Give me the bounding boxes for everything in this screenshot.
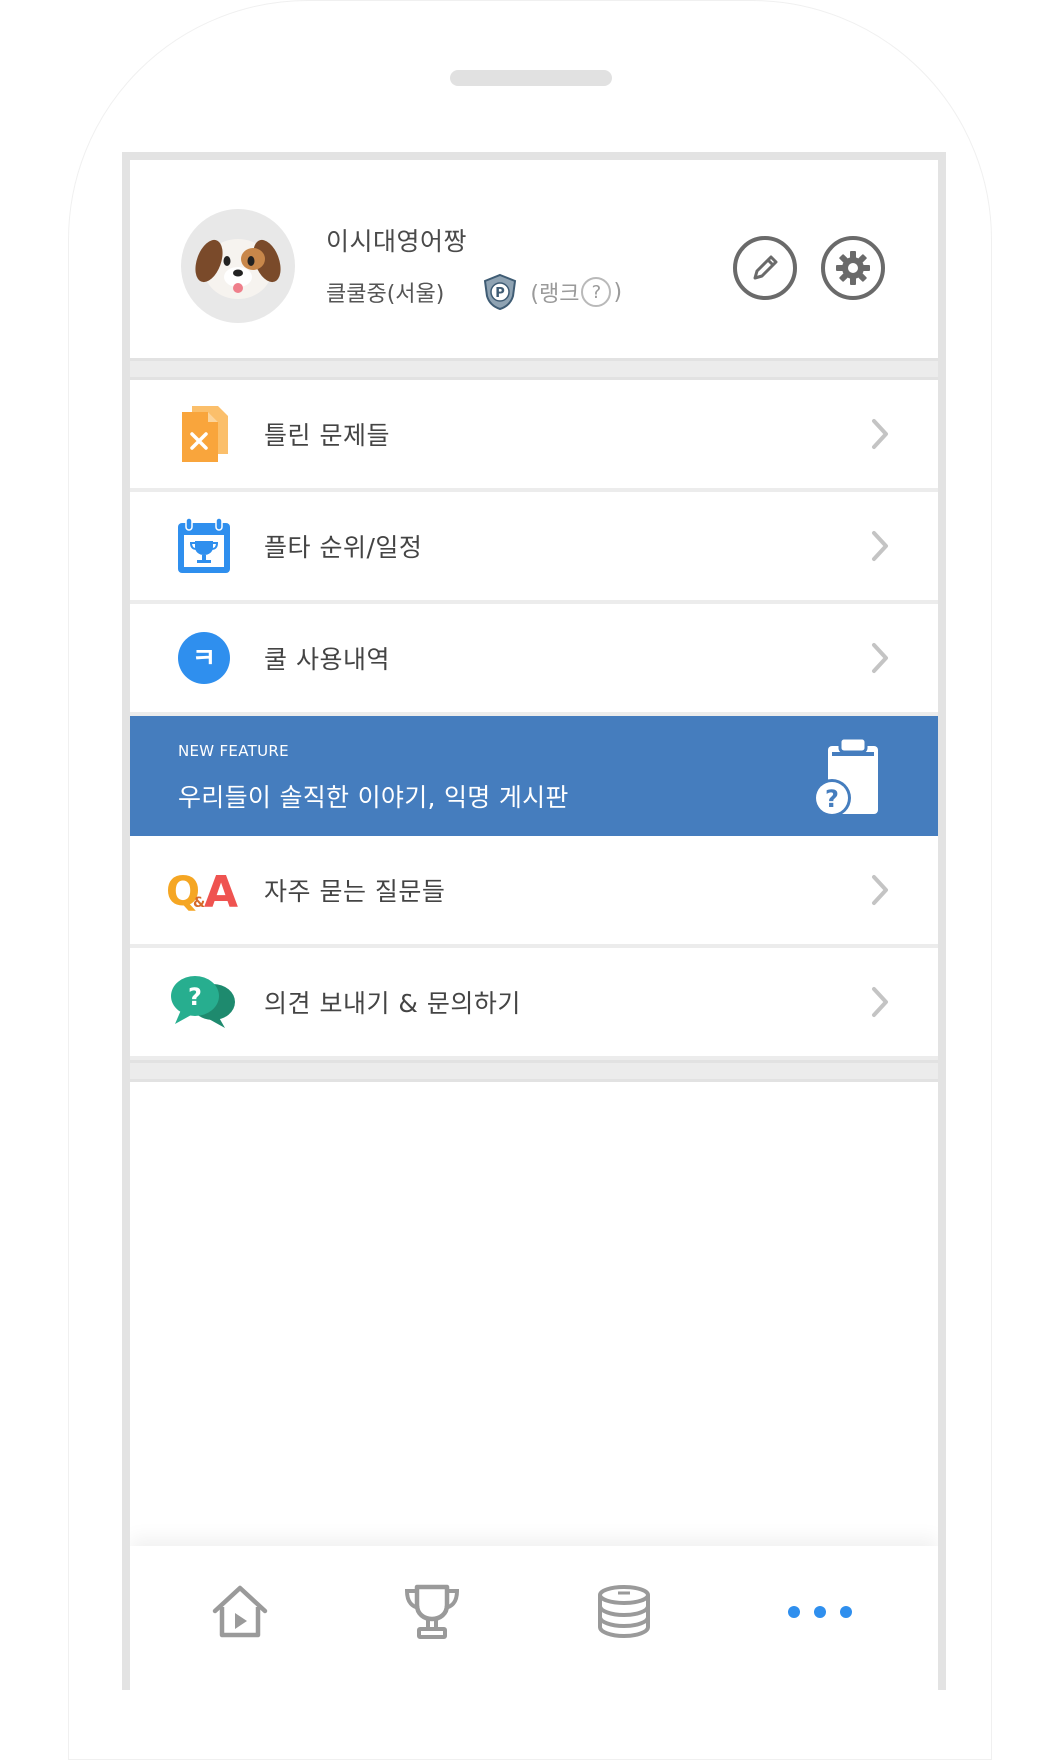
menu-item-kool-history[interactable]: ㅋ 쿨 사용내역 — [130, 604, 938, 716]
kool-coin-icon: ㅋ — [176, 628, 232, 688]
chevron-right-icon — [872, 419, 888, 449]
menu-label: 플타 순위/일정 — [264, 533, 423, 562]
phone-speaker — [450, 70, 612, 86]
avatar[interactable] — [181, 209, 295, 323]
settings-button[interactable] — [821, 236, 885, 300]
profile-header: 이시대영어짱 클쿨중(서울) P (랭크 ? ) — [130, 160, 938, 358]
qna-icon: Q & A — [164, 860, 244, 920]
app-screen: 이시대영어짱 클쿨중(서울) P (랭크 ? ) 틀린 문제들 플타 순위/일정… — [122, 152, 946, 1690]
banner-tag: NEW FEATURE — [178, 742, 289, 760]
menu-label: 틀린 문제들 — [264, 421, 390, 450]
rank-label[interactable]: (랭크 ? ) — [530, 276, 622, 308]
menu-item-rankings-schedule[interactable]: 플타 순위/일정 — [130, 492, 938, 604]
anonymous-board-banner[interactable]: NEW FEATURE 우리들이 솔직한 이야기, 익명 게시판 ? — [130, 716, 938, 836]
menu-label: 자주 묻는 질문들 — [264, 877, 446, 906]
chevron-right-icon — [872, 875, 888, 905]
more-icon — [781, 1606, 859, 1618]
nav-trophy[interactable] — [392, 1574, 472, 1650]
section-divider — [130, 358, 938, 380]
profile-nickname: 이시대영어짱 — [326, 227, 468, 256]
chevron-right-icon — [872, 531, 888, 561]
bottom-navigation — [130, 1546, 938, 1690]
kool-coin-glyph: ㅋ — [192, 644, 216, 674]
section-divider — [130, 1060, 938, 1082]
pencil-icon — [753, 255, 778, 280]
feedback-icon-glyph: ? — [188, 983, 202, 1011]
menu-label: 의견 보내기 & 문의하기 — [264, 989, 521, 1018]
banner-icon-glyph: ? — [825, 785, 839, 813]
profile-subline: 클쿨중(서울) P (랭크 ? ) — [326, 272, 622, 312]
more-dot — [814, 1606, 826, 1618]
rank-shield-icon[interactable]: P — [480, 272, 520, 312]
rank-label-open: (랭크 — [530, 282, 580, 307]
menu-item-feedback[interactable]: ? 의견 보내기 & 문의하기 — [130, 948, 938, 1060]
banner-title: 우리들이 솔직한 이야기, 익명 게시판 — [178, 783, 569, 812]
coin-stack-icon — [598, 1585, 650, 1639]
nav-coins[interactable] — [584, 1574, 664, 1650]
chevron-right-icon — [872, 987, 888, 1017]
more-dot — [840, 1606, 852, 1618]
rank-label-close: ) — [613, 279, 623, 305]
menu-label: 쿨 사용내역 — [264, 645, 390, 674]
nav-home[interactable] — [200, 1574, 280, 1650]
edit-profile-button[interactable] — [733, 236, 797, 300]
chevron-right-icon — [872, 643, 888, 673]
profile-status: 클쿨중(서울) — [326, 282, 445, 307]
trophy-icon — [404, 1584, 460, 1639]
home-icon — [212, 1585, 268, 1638]
rank-help-icon[interactable]: ? — [581, 277, 612, 307]
svg-text:P: P — [496, 286, 506, 301]
clipboard-question-icon: ? — [813, 736, 878, 817]
wrong-answers-icon — [176, 404, 232, 464]
gear-icon — [836, 251, 870, 285]
trophy-calendar-icon — [176, 516, 232, 576]
qna-logo-a: A — [204, 867, 238, 915]
nav-more[interactable] — [770, 1574, 870, 1650]
dog-avatar-icon — [195, 239, 281, 299]
feedback-chat-icon: ? — [166, 972, 242, 1032]
menu-item-wrong-answers[interactable]: 틀린 문제들 — [130, 380, 938, 492]
menu-item-faq[interactable]: Q & A 자주 묻는 질문들 — [130, 836, 938, 948]
more-dot — [788, 1606, 800, 1618]
